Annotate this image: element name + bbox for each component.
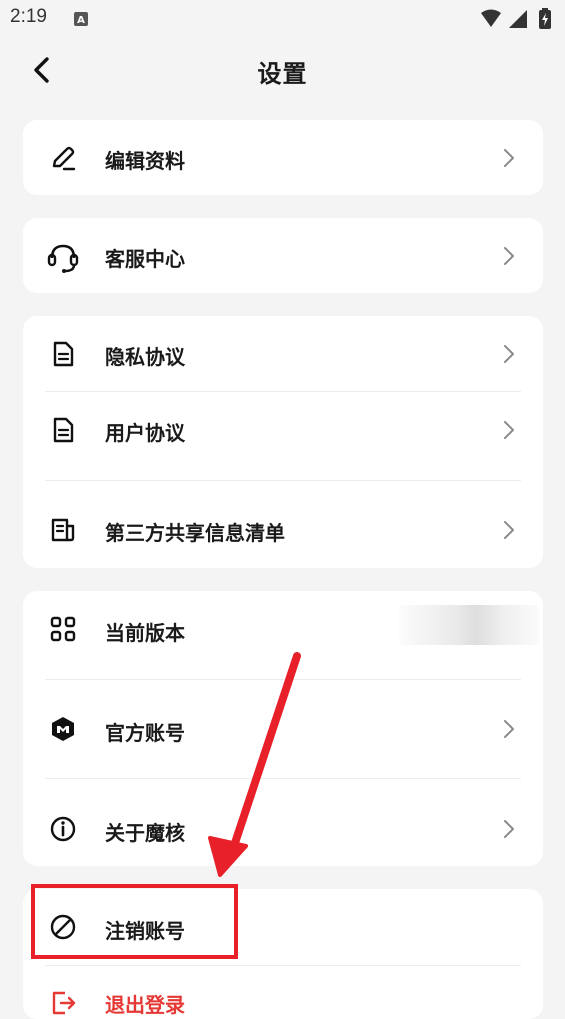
privacy-label: 隐私协议 <box>105 345 185 369</box>
official-account-row[interactable]: 官方账号 <box>23 691 543 767</box>
privacy-row[interactable]: 隐私协议 <box>23 316 543 391</box>
chevron-right-icon <box>504 149 514 167</box>
status-bar: 2:19 A <box>0 0 565 38</box>
user-agreement-row[interactable]: 用户协议 <box>23 392 543 468</box>
version-label: 当前版本 <box>105 621 185 645</box>
headset-icon <box>47 244 79 273</box>
logout-icon <box>52 991 76 1015</box>
about-app-row[interactable]: 关于魔核 <box>23 791 543 866</box>
chevron-right-icon <box>504 820 514 838</box>
pencil-icon <box>52 146 76 171</box>
cancel-account-row[interactable]: 注销账号 <box>23 889 543 965</box>
customer-service-row[interactable]: 客服中心 <box>23 218 543 293</box>
chevron-right-icon <box>504 720 514 738</box>
status-time: 2:19 <box>10 6 47 27</box>
agreements-card: 隐私协议 用户协议 第三方共享信息清单 <box>23 316 543 568</box>
user-agreement-label: 用户协议 <box>105 421 185 445</box>
grid-icon <box>50 616 76 642</box>
wifi-icon <box>481 9 501 27</box>
page-title: 设置 <box>257 60 308 88</box>
document-icon <box>53 417 74 443</box>
account-card: 注销账号 退出登录 <box>23 889 543 1019</box>
svg-text:A: A <box>77 15 85 26</box>
cancel-account-label: 注销账号 <box>105 919 185 943</box>
signal-icon <box>509 10 527 28</box>
prohibited-icon <box>50 914 76 940</box>
divider <box>45 965 521 966</box>
cube-icon <box>52 717 74 741</box>
info-icon <box>50 816 76 842</box>
chevron-right-icon <box>504 247 514 265</box>
about-card: 当前版本 官方账号 关于魔核 <box>23 591 543 866</box>
chevron-right-icon <box>504 521 514 539</box>
third-party-row[interactable]: 第三方共享信息清单 <box>23 492 543 568</box>
service-card: 客服中心 <box>23 218 543 293</box>
official-account-label: 官方账号 <box>105 721 185 745</box>
divider <box>45 480 521 481</box>
customer-service-label: 客服中心 <box>105 247 185 271</box>
notification-icon: A <box>74 12 88 26</box>
system-status-icons <box>481 8 551 29</box>
about-app-label: 关于魔核 <box>105 821 185 845</box>
profile-card: 编辑资料 <box>23 120 543 195</box>
list-document-icon <box>51 518 75 542</box>
edit-profile-label: 编辑资料 <box>105 149 185 173</box>
divider <box>45 679 521 680</box>
chevron-right-icon <box>504 421 514 439</box>
divider <box>45 778 521 779</box>
edit-profile-row[interactable]: 编辑资料 <box>23 120 543 195</box>
logout-row[interactable]: 退出登录 <box>23 975 543 1019</box>
chevron-right-icon <box>504 345 514 363</box>
document-icon <box>53 341 74 367</box>
version-row[interactable]: 当前版本 <box>23 591 543 669</box>
nav-bar: 设置 <box>0 38 565 102</box>
third-party-label: 第三方共享信息清单 <box>105 521 285 545</box>
version-value-obscured <box>399 605 539 645</box>
